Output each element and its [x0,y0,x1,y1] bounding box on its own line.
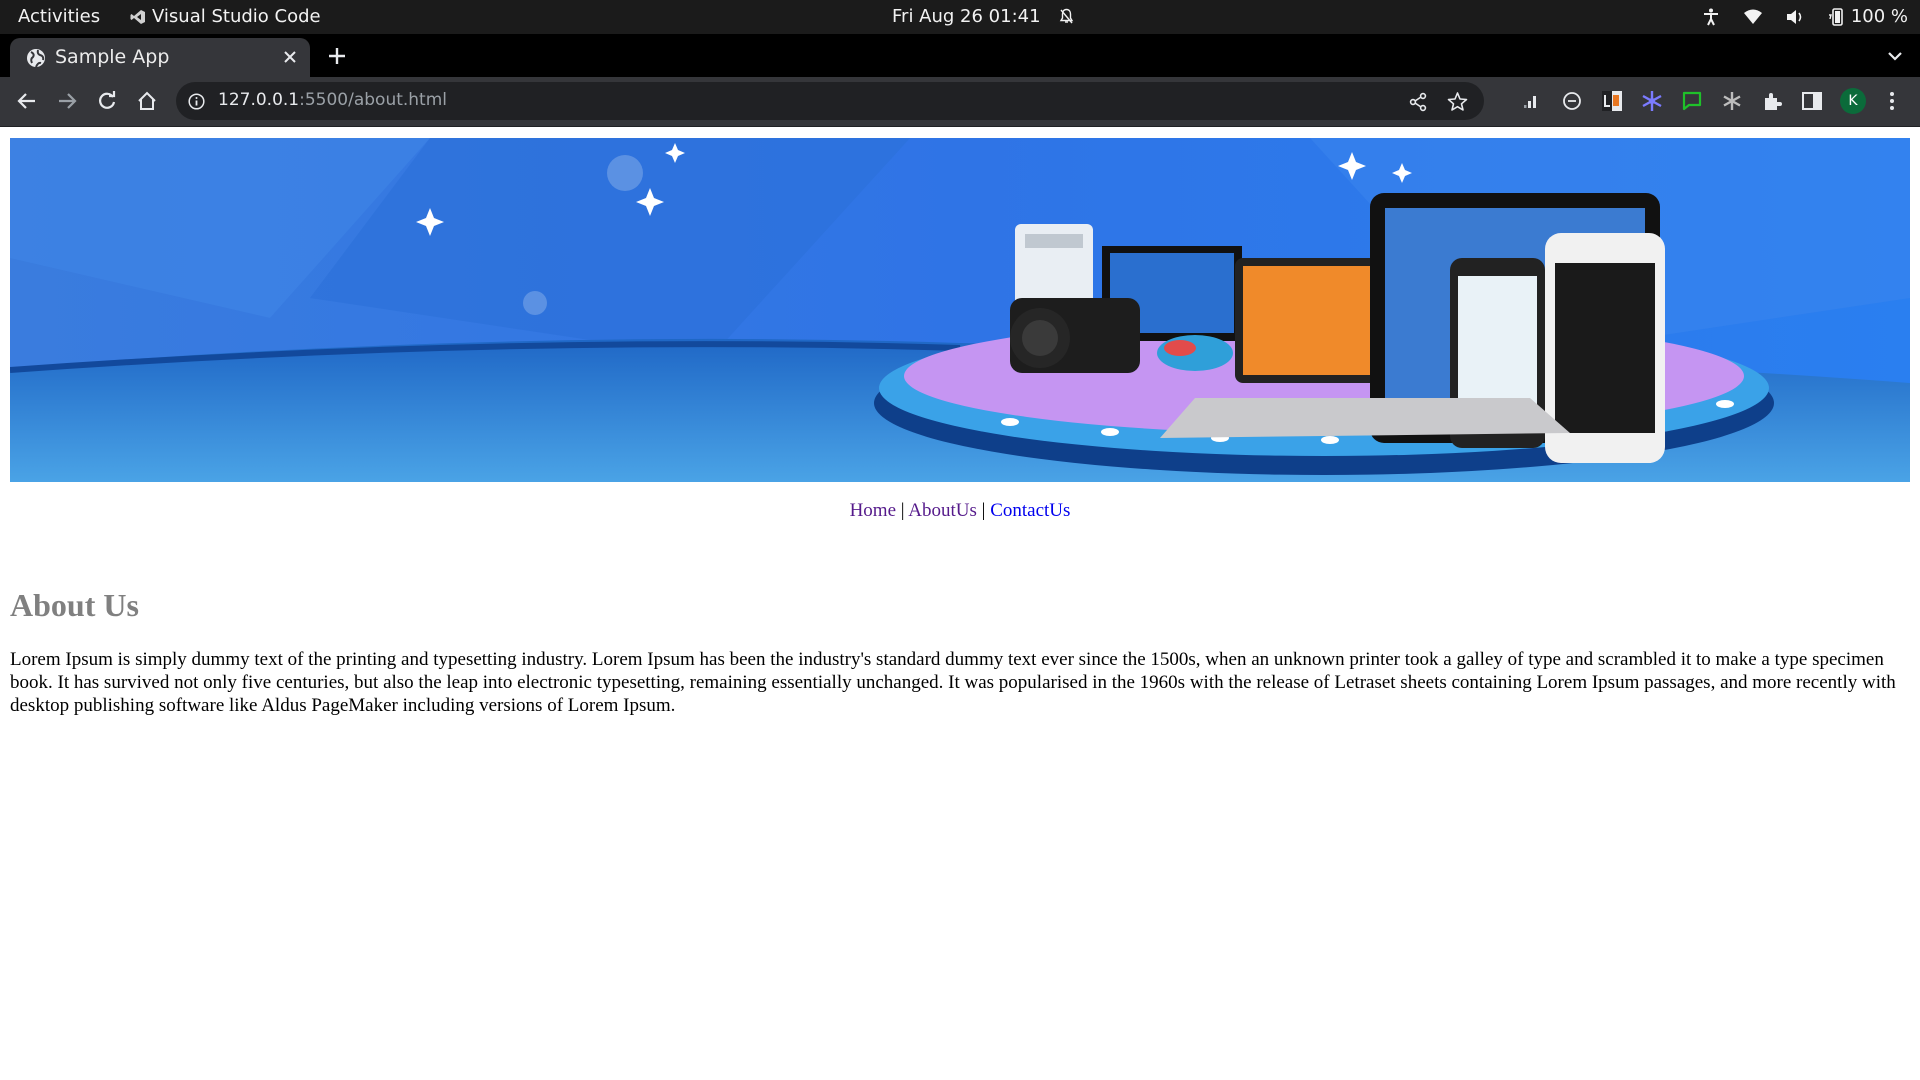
wifi-icon [1743,9,1762,24]
lighthouse-extension-icon[interactable] [1600,89,1624,113]
chat-extension-icon[interactable] [1680,89,1704,113]
menu-icon[interactable] [1884,89,1900,113]
volume-icon [1786,9,1802,24]
vscode-icon [130,9,145,24]
app-menu[interactable]: Visual Studio Code [130,6,321,27]
globe-icon [27,49,45,68]
battery-icon [1828,7,1843,26]
page-title: About Us [10,587,139,623]
battery-percent: 100 % [1850,6,1908,27]
star-icon[interactable] [1447,91,1468,112]
reload-icon[interactable] [96,90,118,112]
close-icon[interactable] [282,49,298,65]
extensions-icon[interactable] [1760,89,1784,113]
info-icon[interactable] [188,93,205,110]
new-tab-icon[interactable] [326,45,348,67]
snowflake-extension-icon[interactable] [1640,89,1664,113]
banner-image [10,138,1910,482]
profile-avatar[interactable]: K [1840,88,1866,114]
tab-strip: Sample App [0,34,1920,77]
back-icon[interactable] [16,90,38,112]
address-bar[interactable]: 127.0.0.1:5500/about.html [176,82,1484,120]
nav-separator: | [981,500,986,521]
nav-link-contact[interactable]: ContactUs [990,500,1070,521]
nav-link-home[interactable]: Home [850,500,896,521]
nav-separator: | [900,500,905,521]
signal-extension-icon[interactable] [1520,89,1544,113]
system-tray[interactable]: 100 % [1701,6,1908,27]
browser-toolbar: 127.0.0.1:5500/about.html K [0,77,1920,127]
tab-sample-app[interactable]: Sample App [10,38,310,77]
url-host: 127.0.0.1 [218,90,300,110]
app-name: Visual Studio Code [152,6,321,27]
alarm-off-icon [1059,8,1073,24]
clock[interactable]: Fri Aug 26 01:41 [892,6,1074,27]
home-icon[interactable] [136,90,158,112]
forward-icon[interactable] [56,90,78,112]
battery-indicator: 100 % [1827,6,1908,27]
url-path: :5500/about.html [299,90,448,110]
accessibility-icon [1703,8,1718,25]
nav-link-about[interactable]: AboutUs [908,500,977,521]
activities-button[interactable]: Activities [18,6,100,27]
url-text: 127.0.0.1:5500/about.html [218,90,447,110]
chevron-down-icon[interactable] [1886,47,1904,65]
side-panel-icon[interactable] [1800,89,1824,113]
clock-text: Fri Aug 26 01:41 [892,6,1041,27]
asterisk-extension-icon[interactable] [1720,89,1744,113]
page-viewport: Home | AboutUs | ContactUs About Us Lore… [0,127,1920,1080]
system-top-bar: Activities Visual Studio Code Fri Aug 26… [0,0,1920,34]
tab-title: Sample App [55,46,170,68]
share-icon[interactable] [1408,92,1428,112]
about-paragraph: Lorem Ipsum is simply dummy text of the … [10,649,1896,716]
blocker-extension-icon[interactable] [1560,89,1584,113]
page-nav: Home | AboutUs | ContactUs [0,500,1920,522]
